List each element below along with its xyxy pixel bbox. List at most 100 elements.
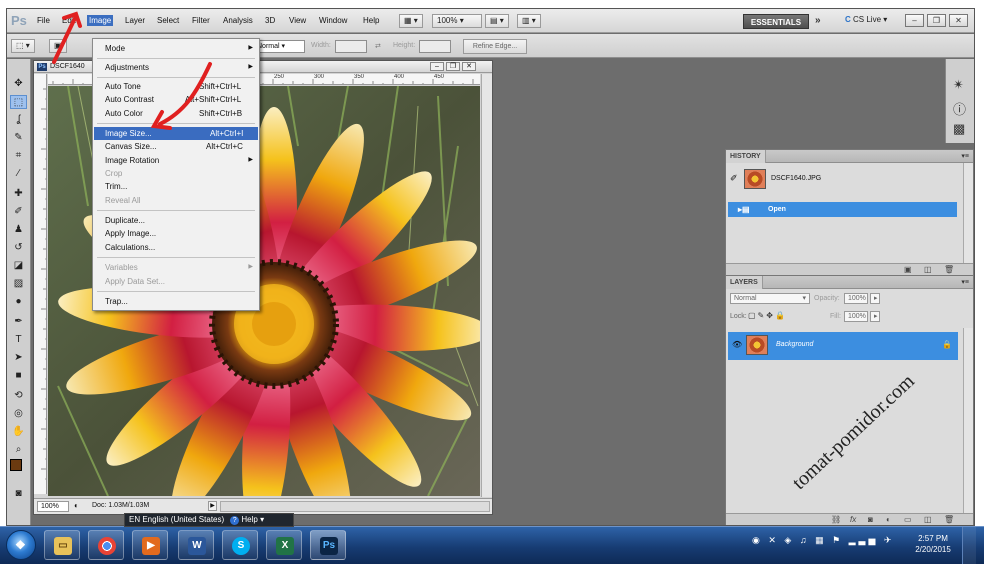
menu-help[interactable]: Help: [363, 16, 379, 25]
3d-orbit-tool-icon[interactable]: ◎: [10, 407, 27, 421]
menu-item-auto-contrast[interactable]: Auto Contrast Alt+Shift+Ctrl+L: [94, 93, 258, 106]
history-scrollbar[interactable]: [963, 163, 973, 264]
height-input[interactable]: [419, 40, 451, 53]
blend-mode-select[interactable]: Normal ▾: [730, 293, 810, 304]
show-desktop-button[interactable]: [962, 527, 976, 564]
system-tray[interactable]: ◉ ✕ ◈ ♫ ▦ ⚑ ▂▃▅ ✈: [752, 535, 894, 546]
foreground-color-swatch[interactable]: [10, 459, 22, 471]
history-brush-source-icon[interactable]: ✐: [730, 166, 738, 190]
layers-scrollbar[interactable]: [963, 328, 973, 514]
restore-button[interactable]: ❐: [927, 14, 946, 27]
minimize-button[interactable]: –: [905, 14, 924, 27]
taskbar-clock[interactable]: 2:57 PM 2/20/2015: [910, 533, 956, 555]
menu-image[interactable]: Image: [87, 15, 114, 26]
type-tool-icon[interactable]: T: [10, 333, 27, 347]
extras-dropdown[interactable]: ▥ ▾: [517, 14, 541, 28]
opacity-input[interactable]: 100%: [844, 293, 868, 304]
gradient-tool-icon[interactable]: ▨: [10, 277, 27, 291]
close-button[interactable]: ✕: [949, 14, 968, 27]
new-document-from-state-icon[interactable]: ▣: [904, 265, 912, 274]
width-input[interactable]: [335, 40, 367, 53]
lasso-tool-icon[interactable]: ʆ: [10, 113, 27, 127]
menu-item-calculations[interactable]: Calculations...: [94, 241, 258, 254]
refine-edge-button[interactable]: Refine Edge...: [463, 39, 527, 54]
clone-stamp-tool-icon[interactable]: ♟: [10, 223, 27, 237]
histogram-panel-icon[interactable]: ▩: [953, 121, 965, 137]
move-tool-icon[interactable]: ✥: [10, 77, 27, 91]
rectangle-shape-tool-icon[interactable]: ■: [10, 369, 27, 383]
menu-item-trim[interactable]: Trim...: [94, 180, 258, 193]
navigator-panel-icon[interactable]: ✴: [953, 77, 964, 93]
new-snapshot-icon[interactable]: ◫: [924, 265, 932, 274]
menu-item-apply-image[interactable]: Apply Image...: [94, 227, 258, 240]
taskbar-excel[interactable]: X: [266, 530, 302, 560]
panel-menu-icon[interactable]: ▾≡: [961, 278, 969, 286]
cs-live-menu[interactable]: C CS Live ▾: [845, 15, 887, 24]
delete-layer-icon[interactable]: 🗑: [944, 515, 954, 524]
selection-new-icon[interactable]: ▣: [49, 39, 67, 53]
menu-file[interactable]: File: [37, 16, 50, 25]
quick-selection-tool-icon[interactable]: ✎: [10, 131, 27, 145]
zoom-dropdown[interactable]: 100% ▾: [432, 14, 482, 28]
path-selection-tool-icon[interactable]: ➤: [10, 351, 27, 365]
menu-item-mode[interactable]: Mode ▶: [94, 42, 258, 55]
delete-state-icon[interactable]: 🗑: [944, 265, 954, 274]
menu-item-image-rotation[interactable]: Image Rotation ▶: [94, 154, 258, 167]
style-mode-select[interactable]: Normal ▾: [253, 40, 305, 53]
start-button[interactable]: ❖: [6, 530, 36, 560]
help-label[interactable]: Help: [241, 515, 257, 524]
taskbar-explorer[interactable]: ▭: [44, 530, 80, 560]
menu-analysis[interactable]: Analysis: [223, 16, 253, 25]
menu-item-auto-color[interactable]: Auto Color Shift+Ctrl+B: [94, 107, 258, 120]
menu-filter[interactable]: Filter: [192, 16, 210, 25]
zoom-tool-icon[interactable]: ⌕: [10, 443, 27, 457]
zoom-preview-icon[interactable]: ◐: [74, 501, 79, 510]
menu-item-adjustments[interactable]: Adjustments ▶: [94, 61, 258, 74]
menu-3d[interactable]: 3D: [265, 16, 275, 25]
screen-mode-dropdown[interactable]: ▦ ▾: [399, 14, 423, 28]
document-vertical-scrollbar[interactable]: [481, 74, 492, 497]
eyedropper-tool-icon[interactable]: ⁄: [10, 167, 27, 181]
document-horizontal-scrollbar[interactable]: [220, 501, 490, 512]
menu-item-duplicate[interactable]: Duplicate...: [94, 214, 258, 227]
fill-stepper[interactable]: ▸: [870, 311, 880, 322]
language-bar[interactable]: EN English (United States)? Help ▾: [124, 513, 294, 527]
history-brush-tool-icon[interactable]: ↺: [10, 241, 27, 255]
menu-select[interactable]: Select: [157, 16, 179, 25]
menu-item-image-size[interactable]: Image Size... Alt+Ctrl+I: [94, 127, 258, 140]
doc-close-button[interactable]: ✕: [462, 62, 476, 71]
new-group-icon[interactable]: ▭: [904, 515, 912, 524]
status-menu-arrow-icon[interactable]: ▶: [208, 501, 217, 511]
lock-options-icons[interactable]: ▢✎✥🔒: [748, 311, 787, 320]
marquee-tool-preset-icon[interactable]: ⬚ ▾: [11, 39, 35, 53]
pen-tool-icon[interactable]: ✒: [10, 315, 27, 329]
3d-rotate-tool-icon[interactable]: ⟲: [10, 389, 27, 403]
menu-item-trap[interactable]: Trap...: [94, 295, 258, 308]
opacity-stepper[interactable]: ▸: [870, 293, 880, 304]
layer-style-icon[interactable]: fx: [850, 515, 856, 524]
eraser-tool-icon[interactable]: ◪: [10, 259, 27, 273]
menu-window[interactable]: Window: [319, 16, 347, 25]
history-snapshot-row[interactable]: ✐ DSCF1640.JPG: [728, 167, 957, 191]
taskbar-skype[interactable]: S: [222, 530, 258, 560]
menu-item-auto-tone[interactable]: Auto Tone Shift+Ctrl+L: [94, 80, 258, 93]
more-workspaces-icon[interactable]: »: [815, 15, 821, 26]
healing-brush-tool-icon[interactable]: ✚: [10, 187, 27, 201]
menu-edit[interactable]: Edit: [62, 16, 76, 25]
quick-mask-icon[interactable]: ◙: [10, 487, 27, 501]
history-tab[interactable]: HISTORY: [726, 150, 766, 163]
blur-tool-icon[interactable]: ●: [10, 295, 27, 309]
adjustment-layer-icon[interactable]: ◐: [886, 515, 891, 524]
help-icon[interactable]: ?: [230, 516, 240, 525]
menu-item-canvas-size[interactable]: Canvas Size... Alt+Ctrl+C: [94, 140, 258, 153]
layers-tab[interactable]: LAYERS: [726, 276, 763, 289]
doc-restore-button[interactable]: ❐: [446, 62, 460, 71]
taskbar-photoshop[interactable]: Ps: [310, 530, 346, 560]
fill-input[interactable]: 100%: [844, 311, 868, 322]
history-state-open[interactable]: ▸▤ Open: [728, 202, 957, 217]
brush-tool-icon[interactable]: ✐: [10, 205, 27, 219]
document-zoom-field[interactable]: 100%: [37, 501, 69, 512]
menu-layer[interactable]: Layer: [125, 16, 145, 25]
arrange-documents-dropdown[interactable]: ▤ ▾: [485, 14, 509, 28]
hand-tool-icon[interactable]: ✋: [10, 425, 27, 439]
